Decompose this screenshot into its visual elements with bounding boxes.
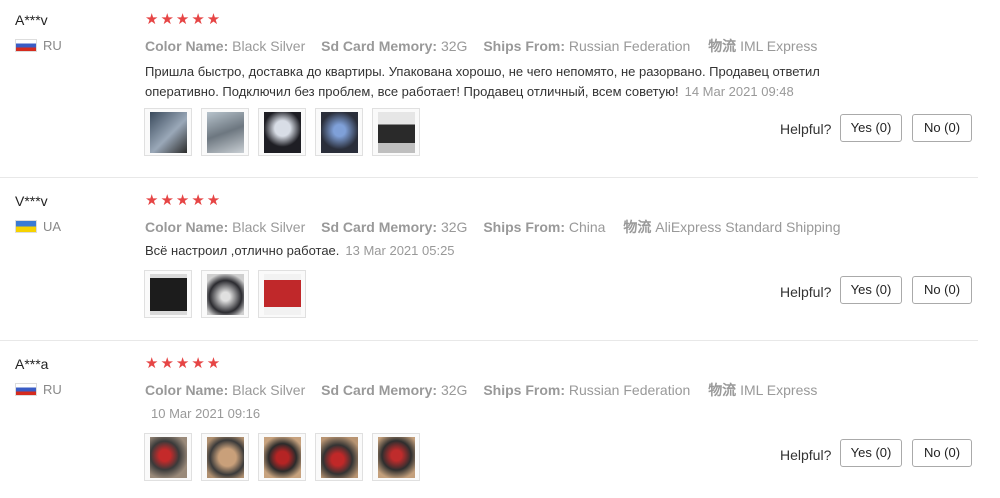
review-body: Всё настроил ,отлично работае. bbox=[145, 243, 340, 258]
review-date: 13 Mar 2021 05:25 bbox=[345, 243, 455, 258]
color-name-value: Black Silver bbox=[232, 382, 306, 398]
country-code: UA bbox=[43, 219, 62, 234]
sd-card-label: Sd Card Memory: bbox=[321, 382, 438, 398]
review-attributes: Color Name: Black Silver Sd Card Memory:… bbox=[145, 380, 829, 400]
review-photo[interactable] bbox=[315, 433, 363, 481]
review-photos bbox=[144, 433, 420, 481]
country-code: RU bbox=[43, 382, 62, 397]
logistics-value: IML Express bbox=[740, 382, 818, 398]
review-divider bbox=[0, 340, 978, 341]
review-photo[interactable] bbox=[258, 433, 306, 481]
reviewer-country: RU bbox=[15, 38, 62, 53]
sd-card-value: 32G bbox=[440, 38, 468, 54]
ships-from-label: Ships From: bbox=[483, 219, 565, 235]
helpful-label: Helpful? bbox=[780, 121, 832, 137]
ships-from-value: Russian Federation bbox=[568, 382, 691, 398]
review-attributes: Color Name: Black Silver Sd Card Memory:… bbox=[145, 36, 829, 56]
russia-flag-icon bbox=[15, 39, 37, 52]
sd-card-label: Sd Card Memory: bbox=[321, 219, 438, 235]
ships-from-label: Ships From: bbox=[483, 38, 565, 54]
color-name-value: Black Silver bbox=[232, 219, 306, 235]
color-name-label: Color Name: bbox=[145, 382, 229, 398]
sd-card-label: Sd Card Memory: bbox=[321, 38, 438, 54]
star-rating: ★★★★★ bbox=[145, 11, 223, 28]
review-photo[interactable] bbox=[144, 433, 192, 481]
color-name-value: Black Silver bbox=[232, 38, 306, 54]
country-code: RU bbox=[43, 38, 62, 53]
helpful-no-button[interactable]: No (0) bbox=[912, 114, 972, 142]
helpful-yes-button[interactable]: Yes (0) bbox=[840, 439, 902, 467]
review-text: Пришла быстро, доставка до квартиры. Упа… bbox=[145, 62, 865, 102]
helpful-no-button[interactable]: No (0) bbox=[912, 276, 972, 304]
review-photo[interactable] bbox=[372, 433, 420, 481]
review-photos bbox=[144, 270, 306, 318]
logistics-label: 物流 bbox=[623, 219, 652, 235]
color-name-label: Color Name: bbox=[145, 38, 229, 54]
helpful-no-button[interactable]: No (0) bbox=[912, 439, 972, 467]
color-name-label: Color Name: bbox=[145, 219, 229, 235]
review-photo[interactable] bbox=[201, 270, 249, 318]
review-photo[interactable] bbox=[144, 270, 192, 318]
review-photo[interactable] bbox=[201, 108, 249, 156]
logistics-label: 物流 bbox=[708, 382, 737, 398]
reviewer-country: RU bbox=[15, 382, 62, 397]
review-text: 10 Mar 2021 09:16 bbox=[145, 404, 865, 424]
reviewer-name: A***v bbox=[15, 12, 48, 28]
helpful-label: Helpful? bbox=[780, 447, 832, 463]
sd-card-value: 32G bbox=[440, 382, 468, 398]
ukraine-flag-icon bbox=[15, 220, 37, 233]
helpful-yes-button[interactable]: Yes (0) bbox=[840, 114, 902, 142]
review-attributes: Color Name: Black Silver Sd Card Memory:… bbox=[145, 217, 853, 237]
sd-card-value: 32G bbox=[440, 219, 468, 235]
logistics-value: IML Express bbox=[740, 38, 818, 54]
review-photos bbox=[144, 108, 420, 156]
ships-from-label: Ships From: bbox=[483, 382, 565, 398]
review-divider bbox=[0, 177, 978, 178]
russia-flag-icon bbox=[15, 383, 37, 396]
logistics-value: AliExpress Standard Shipping bbox=[655, 219, 841, 235]
reviewer-info: A***v RU bbox=[15, 11, 62, 53]
reviewer-info: A***a RU bbox=[15, 355, 62, 397]
reviewer-name: V***v bbox=[15, 193, 48, 209]
star-rating: ★★★★★ bbox=[145, 192, 223, 209]
review-photo[interactable] bbox=[258, 270, 306, 318]
review-date: 14 Mar 2021 09:48 bbox=[684, 84, 794, 99]
review-date: 10 Mar 2021 09:16 bbox=[151, 406, 261, 421]
helpful-yes-button[interactable]: Yes (0) bbox=[840, 276, 902, 304]
review-photo[interactable] bbox=[144, 108, 192, 156]
review-photo[interactable] bbox=[258, 108, 306, 156]
reviewer-info: V***v UA bbox=[15, 192, 61, 234]
ships-from-value: China bbox=[568, 219, 606, 235]
reviewer-name: A***a bbox=[15, 356, 49, 372]
review-photo[interactable] bbox=[201, 433, 249, 481]
helpful-label: Helpful? bbox=[780, 284, 832, 300]
logistics-label: 物流 bbox=[708, 38, 737, 54]
star-rating: ★★★★★ bbox=[145, 355, 223, 372]
review-text: Всё настроил ,отлично работае. 13 Mar 202… bbox=[145, 241, 865, 261]
ships-from-value: Russian Federation bbox=[568, 38, 691, 54]
reviewer-country: UA bbox=[15, 219, 61, 234]
review-photo[interactable] bbox=[315, 108, 363, 156]
review-photo[interactable] bbox=[372, 108, 420, 156]
